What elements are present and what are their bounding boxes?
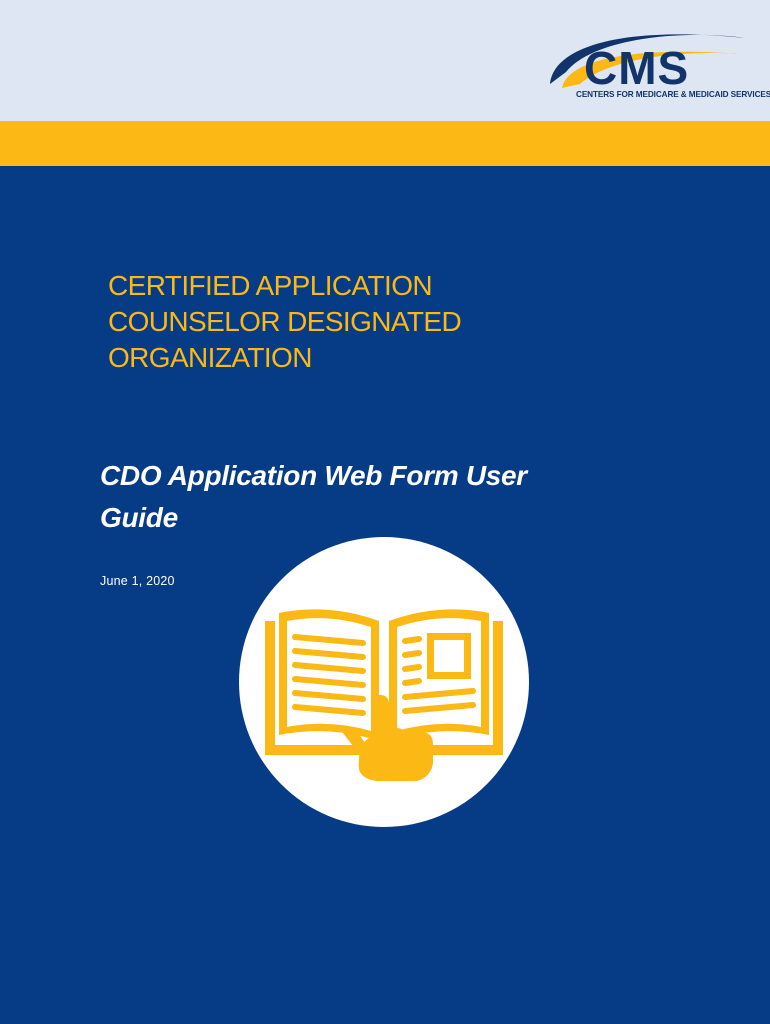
header-band: CMS CENTERS FOR MEDICARE & MEDICAID SERV… [0,0,770,121]
document-title: CDO Application Web Form User Guide [100,455,600,539]
document-title-line: CDO Application Web Form User [100,460,527,491]
cms-logo: CMS CENTERS FOR MEDICARE & MEDICAID SERV… [540,24,770,112]
accent-band [0,121,770,166]
document-title-line: Guide [100,502,178,533]
logo-mark-text: CMS [584,42,689,94]
book-illustration [239,537,529,827]
organization-title: CERTIFIED APPLICATION COUNSELOR DESIGNAT… [108,268,568,376]
logo-tagline: CENTERS FOR MEDICARE & MEDICAID SERVICES [576,90,770,99]
open-book-icon [239,537,529,827]
organization-title-line: ORGANIZATION [108,342,312,373]
cover-page: CMS CENTERS FOR MEDICARE & MEDICAID SERV… [0,0,770,1024]
organization-title-line: COUNSELOR DESIGNATED [108,306,462,337]
organization-title-line: CERTIFIED APPLICATION [108,270,433,301]
document-date: June 1, 2020 [100,574,175,588]
